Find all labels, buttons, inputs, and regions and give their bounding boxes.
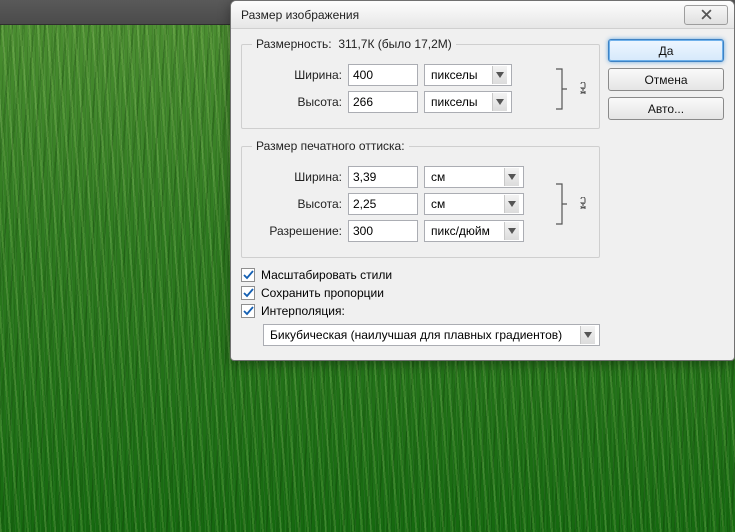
ok-button[interactable]: Да bbox=[608, 39, 724, 62]
image-size-dialog: Размер изображения Размерность: 311,7К (… bbox=[230, 0, 735, 361]
auto-button[interactable]: Авто... bbox=[608, 97, 724, 120]
constrain-proportions-label: Сохранить пропорции bbox=[261, 286, 384, 300]
width-label: Ширина: bbox=[252, 68, 342, 82]
chevron-down-icon bbox=[504, 195, 519, 213]
doc-height-label: Высота: bbox=[252, 197, 342, 211]
scale-styles-label: Масштабировать стили bbox=[261, 268, 392, 282]
chevron-down-icon bbox=[492, 93, 507, 111]
constrain-bracket-icon bbox=[554, 180, 568, 228]
doc-height-input[interactable] bbox=[348, 193, 418, 215]
constrain-proportions-checkbox[interactable] bbox=[241, 286, 255, 300]
pixel-dimensions-legend: Размерность: 311,7К (было 17,2M) bbox=[252, 37, 456, 51]
chevron-down-icon bbox=[580, 326, 595, 344]
doc-height-unit-select[interactable]: см bbox=[424, 193, 524, 215]
height-label: Высота: bbox=[252, 95, 342, 109]
chevron-down-icon bbox=[504, 222, 519, 240]
chevron-down-icon bbox=[492, 66, 507, 84]
document-size-group: Размер печатного оттиска: Ширина: см bbox=[241, 139, 600, 258]
check-icon bbox=[243, 306, 254, 317]
close-icon bbox=[701, 9, 712, 20]
dialog-title: Размер изображения bbox=[241, 8, 359, 22]
pixel-width-input[interactable] bbox=[348, 64, 418, 86]
scale-styles-checkbox[interactable] bbox=[241, 268, 255, 282]
pixel-dimensions-group: Размерность: 311,7К (было 17,2M) Ширина:… bbox=[241, 37, 600, 129]
document-size-legend: Размер печатного оттиска: bbox=[252, 139, 409, 153]
constrain-bracket-icon bbox=[554, 65, 568, 113]
check-icon bbox=[243, 288, 254, 299]
resolution-label: Разрешение: bbox=[252, 224, 342, 238]
pixel-height-unit-select[interactable]: пикселы bbox=[424, 91, 512, 113]
resample-label: Интерполяция: bbox=[261, 304, 345, 318]
dialog-titlebar: Размер изображения bbox=[231, 1, 734, 29]
resample-checkbox[interactable] bbox=[241, 304, 255, 318]
resolution-unit-select[interactable]: пикс/дюйм bbox=[424, 220, 524, 242]
doc-width-unit-select[interactable]: см bbox=[424, 166, 524, 188]
pixel-height-input[interactable] bbox=[348, 91, 418, 113]
doc-width-input[interactable] bbox=[348, 166, 418, 188]
resample-method-select[interactable]: Бикубическая (наилучшая для плавных град… bbox=[263, 324, 600, 346]
chevron-down-icon bbox=[504, 168, 519, 186]
link-icon bbox=[577, 197, 589, 211]
doc-width-label: Ширина: bbox=[252, 170, 342, 184]
pixel-width-unit-select[interactable]: пикселы bbox=[424, 64, 512, 86]
check-icon bbox=[243, 270, 254, 281]
resolution-input[interactable] bbox=[348, 220, 418, 242]
close-button[interactable] bbox=[684, 5, 728, 25]
cancel-button[interactable]: Отмена bbox=[608, 68, 724, 91]
link-icon bbox=[577, 82, 589, 96]
